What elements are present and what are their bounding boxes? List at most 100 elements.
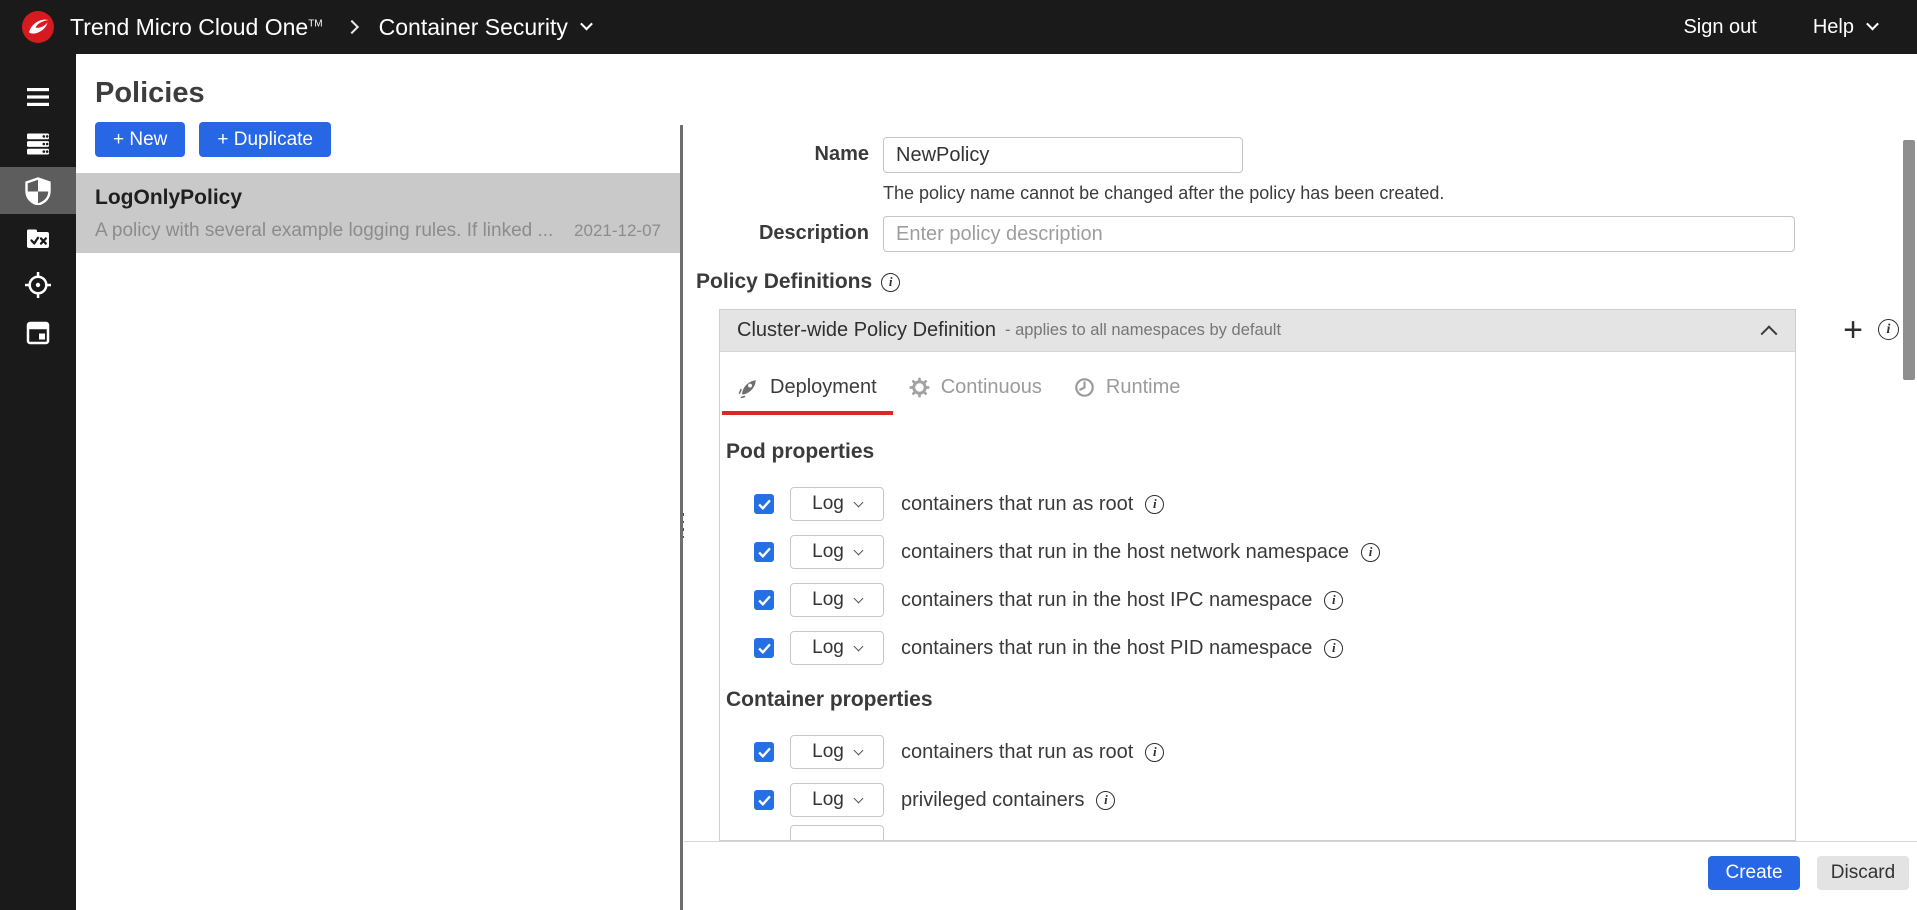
rule-checkbox[interactable] (754, 790, 774, 810)
policy-item-date: 2021-12-07 (574, 221, 661, 241)
policy-definitions-label: Policy Definitions i (696, 269, 900, 295)
help-label: Help (1813, 16, 1854, 39)
brand-title: Trend Micro Cloud OneTM (70, 14, 323, 41)
name-helper-text: The policy name cannot be changed after … (883, 183, 1444, 204)
info-icon[interactable]: i (1145, 743, 1164, 762)
name-input[interactable] (883, 137, 1243, 173)
chevron-down-icon (853, 745, 863, 755)
cluster-policy-definition-panel: Cluster-wide Policy Definition - applies… (719, 309, 1796, 841)
info-icon[interactable]: i (1145, 495, 1164, 514)
definition-header[interactable]: Cluster-wide Policy Definition - applies… (720, 310, 1795, 352)
topbar: Trend Micro Cloud OneTM Container Securi… (0, 0, 1917, 54)
policy-item-subline: A policy with several example logging ru… (95, 220, 661, 242)
tab-label: Runtime (1106, 376, 1180, 399)
log-action-dropdown[interactable]: Log (790, 535, 884, 569)
rule-checkbox[interactable] (754, 590, 774, 610)
log-action-dropdown-partial[interactable] (790, 825, 884, 841)
definitions-info-icon[interactable]: i (1878, 319, 1899, 340)
sidebar (0, 54, 76, 910)
log-action-value: Log (812, 789, 844, 811)
info-icon[interactable]: i (881, 273, 900, 292)
log-action-dropdown[interactable]: Log (790, 631, 884, 665)
info-icon[interactable]: i (1324, 639, 1343, 658)
policy-list-item[interactable]: LogOnlyPolicy A policy with several exam… (76, 173, 680, 253)
folder-scan-icon (24, 224, 52, 252)
chevron-down-icon (853, 545, 863, 555)
info-icon[interactable]: i (1324, 591, 1343, 610)
clock-icon (1074, 377, 1095, 398)
chevron-down-icon (1866, 17, 1879, 30)
definition-subtitle: - applies to all namespaces by default (1005, 321, 1281, 340)
rule-checkbox[interactable] (754, 542, 774, 562)
rule-checkbox[interactable] (754, 638, 774, 658)
trend-micro-logo-icon (22, 11, 54, 43)
policies-panel: Policies + New + Duplicate LogOnlyPolicy… (76, 54, 680, 910)
tab-label: Deployment (770, 376, 877, 399)
calendar-icon (24, 318, 52, 346)
chevron-down-icon (580, 17, 593, 30)
panel-splitter[interactable] (680, 125, 683, 910)
info-icon[interactable]: i (1096, 791, 1115, 810)
duplicate-policy-button[interactable]: + Duplicate (199, 122, 331, 157)
sidebar-item-policies[interactable] (0, 167, 76, 214)
create-button[interactable]: Create (1708, 856, 1800, 890)
rule-label: containers that run in the host network … (901, 541, 1349, 564)
rule-row: Log containers that run as root i (754, 735, 1795, 769)
topbar-right: Sign out Help (1683, 16, 1917, 39)
add-definition-button[interactable]: + (1836, 312, 1870, 348)
rule-checkbox[interactable] (754, 494, 774, 514)
rule-label: containers that run as root (901, 493, 1133, 516)
chevron-down-icon (853, 641, 863, 651)
tab-runtime[interactable]: Runtime (1058, 372, 1196, 415)
discard-button[interactable]: Discard (1817, 856, 1909, 890)
definition-title: Cluster-wide Policy Definition (737, 319, 996, 342)
name-label: Name (684, 142, 869, 166)
rule-checkbox[interactable] (754, 742, 774, 762)
description-label: Description (684, 221, 869, 245)
log-action-value: Log (812, 637, 844, 659)
vertical-scrollbar-thumb[interactable] (1903, 140, 1915, 380)
sign-out-button[interactable]: Sign out (1683, 16, 1756, 39)
definition-tabs: Deployment Continuous (722, 372, 1795, 415)
rule-label: containers that run in the host PID name… (901, 637, 1312, 660)
help-menu[interactable]: Help (1813, 16, 1877, 39)
log-action-value: Log (812, 741, 844, 763)
rule-row: Log privileged containers i (754, 783, 1795, 817)
sidebar-item-image-scans[interactable] (0, 214, 76, 261)
chevron-down-icon (853, 593, 863, 603)
log-action-dropdown[interactable]: Log (790, 583, 884, 617)
collapse-chevron-up-icon[interactable] (1761, 325, 1778, 342)
info-icon[interactable]: i (1361, 543, 1380, 562)
rule-row: Log containers that run in the host IPC … (754, 583, 1795, 617)
gear-icon (909, 377, 930, 398)
section-heading-pod-properties: Pod properties (726, 439, 1795, 465)
log-action-dropdown[interactable]: Log (790, 783, 884, 817)
log-action-dropdown[interactable]: Log (790, 735, 884, 769)
sidebar-item-clusters[interactable] (0, 120, 76, 167)
shield-icon (24, 177, 52, 205)
policy-form: Name The policy name cannot be changed a… (684, 54, 1917, 910)
rule-row: Log containers that run in the host PID … (754, 631, 1795, 665)
description-input[interactable] (883, 216, 1795, 252)
app-switcher[interactable]: Container Security (379, 14, 591, 41)
form-footer: Create Discard (684, 841, 1917, 910)
policies-panel-head: Policies + New + Duplicate (76, 54, 680, 157)
tab-continuous[interactable]: Continuous (893, 372, 1058, 415)
servers-icon (24, 130, 52, 158)
rule-label: containers that run as root (901, 741, 1133, 764)
log-action-value: Log (812, 493, 844, 515)
tab-deployment[interactable]: Deployment (722, 372, 893, 415)
rule-row: Log containers that run as root i (754, 487, 1795, 521)
app-title: Container Security (379, 14, 568, 41)
chevron-down-icon (853, 793, 863, 803)
sidebar-menu-button[interactable] (0, 73, 76, 120)
sidebar-item-schedules[interactable] (0, 308, 76, 355)
new-policy-button[interactable]: + New (95, 122, 185, 157)
trademark: TM (308, 18, 322, 29)
section-heading-container-properties: Container properties (726, 687, 1795, 713)
rocket-icon (738, 377, 759, 398)
breadcrumb-chevron-right-icon (345, 20, 359, 34)
sidebar-item-events[interactable] (0, 261, 76, 308)
log-action-dropdown[interactable]: Log (790, 487, 884, 521)
target-icon (24, 271, 52, 299)
